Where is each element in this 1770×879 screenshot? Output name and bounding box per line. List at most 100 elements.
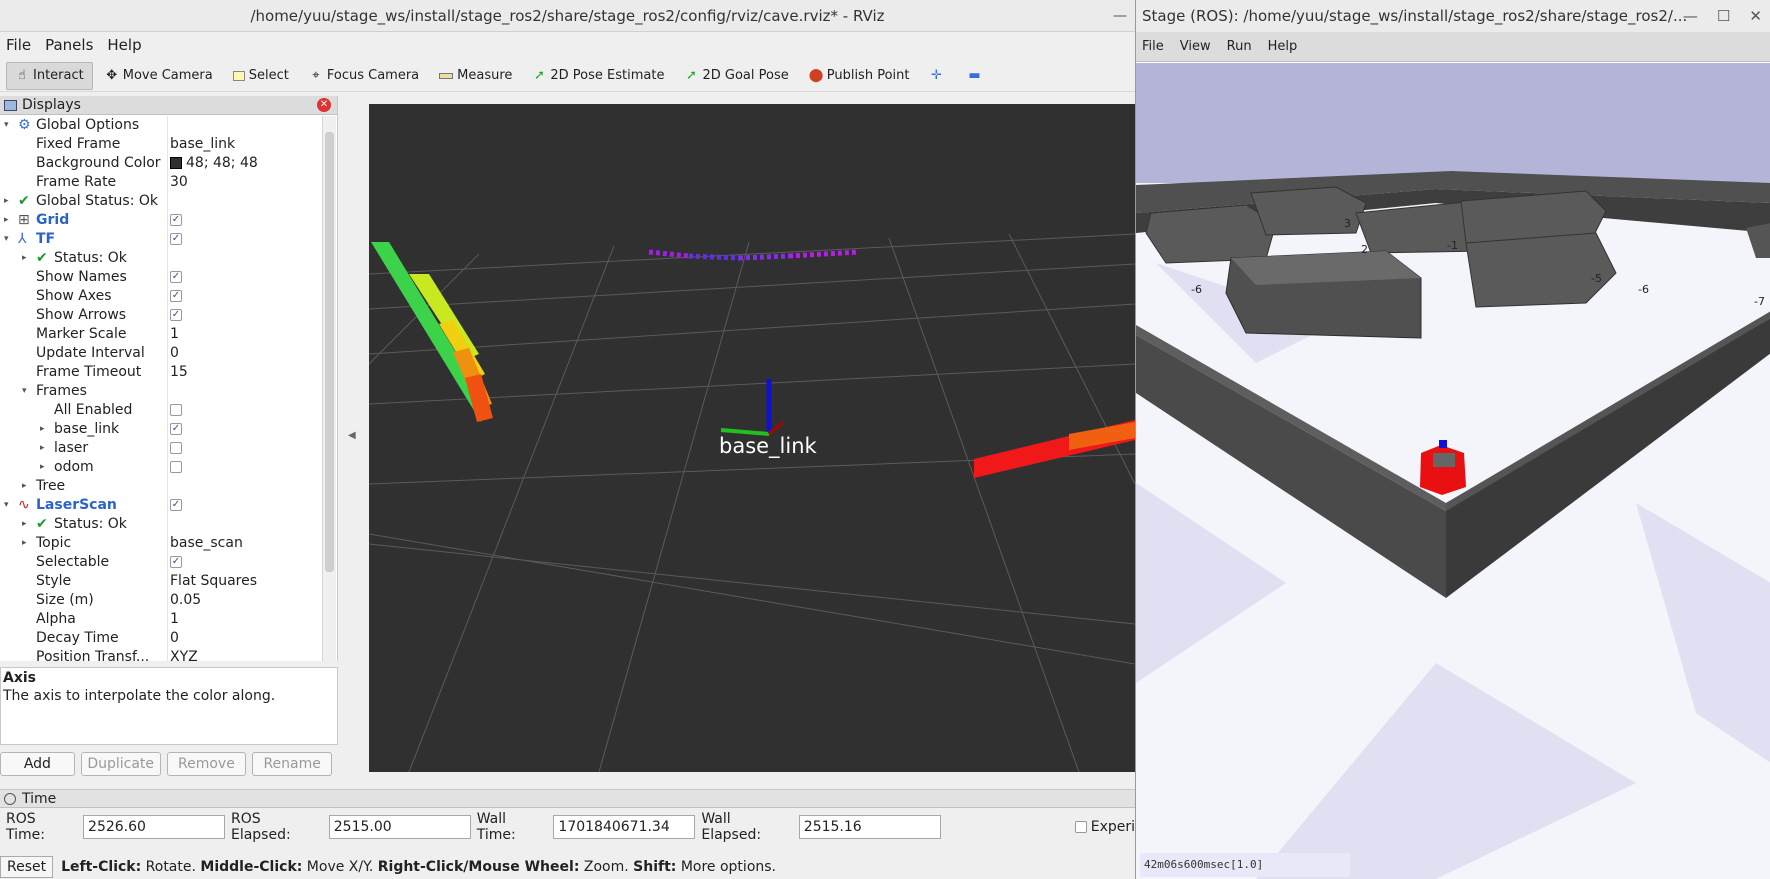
tree-row[interactable]: Position Transf... XYZ [0,648,322,661]
tree-row-value[interactable]: 15 [170,363,188,382]
tree-row[interactable]: Fixed Frame base_link [0,135,322,154]
close-icon[interactable]: ✕ [317,98,331,112]
wall-time-field[interactable]: 1701840671.34 [553,815,696,839]
tree-row-value[interactable]: XYZ [170,648,198,661]
checkbox[interactable]: ✓ [170,556,182,568]
tree-row[interactable]: Show Arrows ✓ [0,306,322,325]
color-swatch[interactable] [170,157,182,169]
tree-row-value[interactable]: ✓ [170,496,182,515]
expand-right-icon[interactable]: ▸ [4,211,9,230]
checkbox[interactable]: ✓ [170,271,182,283]
checkbox[interactable]: ✓ [170,290,182,302]
tree-row[interactable]: ▸ ⊞ Grid ✓ [0,211,322,230]
render-viewport[interactable]: base_link [369,104,1135,772]
stage-menu-run[interactable]: Run [1227,39,1252,54]
tree-row[interactable]: ▾ Frames [0,382,322,401]
stage-3d-view[interactable]: -6 -5 -6 -1 -7 3 2 42m06s600msec[1.0] [1136,63,1770,879]
experimental-checkbox[interactable] [1074,819,1087,835]
checkbox[interactable]: ✓ [170,499,182,511]
menu-help[interactable]: Help [107,36,141,54]
tool-measure[interactable]: Measure [431,62,520,90]
checkbox[interactable]: ✓ [170,214,182,226]
stage-menu-view[interactable]: View [1180,39,1211,54]
tree-row[interactable]: Update Interval 0 [0,344,322,363]
displays-scrollbar[interactable] [322,116,336,661]
tree-row[interactable]: Alpha 1 [0,610,322,629]
tree-row[interactable]: ▸ Tree [0,477,322,496]
ros-time-field[interactable]: 2526.60 [83,815,225,839]
menu-file[interactable]: File [6,36,31,54]
tree-row-value[interactable]: ✓ [170,420,182,439]
checkbox[interactable]: ✓ [170,423,182,435]
tree-row-value[interactable]: Flat Squares [170,572,257,591]
tree-row[interactable]: Show Names ✓ [0,268,322,287]
tree-row-value[interactable]: base_link [170,135,235,154]
tool-focus-camera[interactable]: ⌖ Focus Camera [301,62,427,90]
expand-right-icon[interactable]: ▸ [22,515,27,534]
tree-row[interactable]: ▸ ✔ Status: Ok [0,515,322,534]
duplicate-button[interactable]: Duplicate [80,752,161,776]
tree-row-value[interactable] [170,401,182,420]
tree-row-value[interactable]: 0 [170,629,179,648]
tree-row-value[interactable]: ✓ [170,287,182,306]
tool-select[interactable]: Select [225,62,297,90]
tree-row-value[interactable]: ✓ [170,268,182,287]
tree-row-value[interactable]: 1 [170,610,179,629]
tree-row[interactable]: Background Color 48; 48; 48 [0,154,322,173]
tree-row-value[interactable]: ✓ [170,230,182,249]
expand-right-icon[interactable]: ▸ [22,249,27,268]
remove-button[interactable]: Remove [166,752,247,776]
tree-row[interactable]: Style Flat Squares [0,572,322,591]
expand-right-icon[interactable]: ▸ [4,192,9,211]
expand-right-icon[interactable]: ▸ [40,439,45,458]
expand-down-icon[interactable]: ▾ [22,382,27,401]
tree-row[interactable]: Marker Scale 1 [0,325,322,344]
tree-row[interactable]: Decay Time 0 [0,629,322,648]
tree-row[interactable]: ▸ odom [0,458,322,477]
tree-row-value[interactable]: 1 [170,325,179,344]
checkbox[interactable] [170,461,182,473]
checkbox[interactable]: ✓ [170,309,182,321]
add-tool-button[interactable]: ✛ [921,62,955,90]
remove-tool-button[interactable]: ▬ [959,62,993,90]
stage-menu-help[interactable]: Help [1268,39,1298,54]
expand-right-icon[interactable]: ▸ [22,477,27,496]
tree-row[interactable]: Frame Timeout 15 [0,363,322,382]
tool-2d-pose-estimate[interactable]: ➚ 2D Pose Estimate [524,62,672,90]
rename-button[interactable]: Rename [252,752,333,776]
tree-row-value[interactable]: ✓ [170,553,182,572]
scrollbar-thumb[interactable] [325,132,334,572]
tree-row[interactable]: Show Axes ✓ [0,287,322,306]
collapse-left-icon[interactable]: ◀ [348,430,356,441]
expand-right-icon[interactable]: ▸ [40,458,45,477]
tree-row[interactable]: Selectable ✓ [0,553,322,572]
tree-row[interactable]: ▾ ⅄ TF ✓ [0,230,322,249]
maximize-icon[interactable]: ☐ [1717,7,1730,25]
tree-row[interactable]: ▸ ✔ Global Status: Ok [0,192,322,211]
tree-row-value[interactable]: ✓ [170,306,182,325]
tree-row[interactable]: ▸ laser [0,439,322,458]
menu-panels[interactable]: Panels [45,36,93,54]
tree-row[interactable]: ▸ Topic base_scan [0,534,322,553]
tree-row-value[interactable]: 30 [170,173,188,192]
checkbox[interactable] [170,442,182,454]
expand-right-icon[interactable]: ▸ [22,534,27,553]
tree-row-value[interactable]: 48; 48; 48 [170,154,258,173]
tree-row[interactable]: All Enabled [0,401,322,420]
tree-row-value[interactable] [170,439,182,458]
tree-row[interactable]: Size (m) 0.05 [0,591,322,610]
tool-interact[interactable]: ☝ Interact [6,61,93,90]
wall-elapsed-field[interactable]: 2515.16 [798,815,941,839]
tool-publish-point[interactable]: ⬤ Publish Point [801,62,918,90]
tree-row-value[interactable]: base_scan [170,534,243,553]
close-icon[interactable]: ✕ [1749,7,1762,25]
minimize-icon[interactable]: — [1683,7,1698,25]
reset-button[interactable]: Reset [0,856,54,878]
checkbox[interactable] [170,404,182,416]
tool-move-camera[interactable]: ✥ Move Camera [97,62,221,90]
checkbox[interactable]: ✓ [170,233,182,245]
tree-row-value[interactable]: ✓ [170,211,182,230]
tree-row[interactable]: ▸ base_link ✓ [0,420,322,439]
minimize-icon[interactable]: — [1113,0,1127,32]
tree-row[interactable]: ▾ ∿ LaserScan ✓ [0,496,322,515]
